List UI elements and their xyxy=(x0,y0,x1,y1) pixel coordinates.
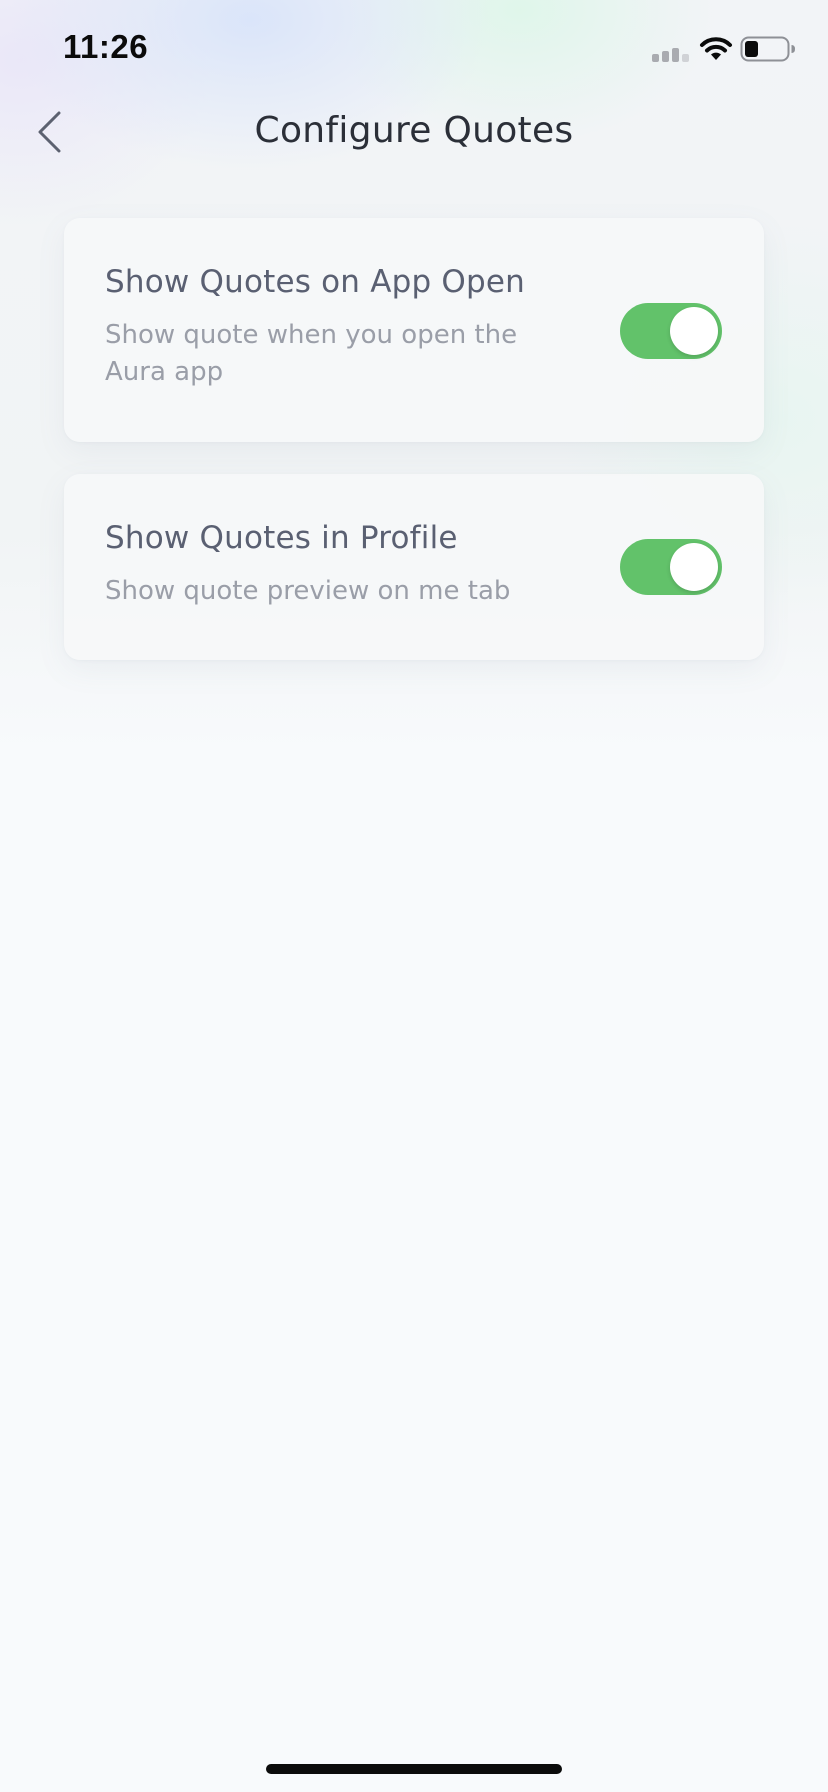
show-quotes-profile-toggle[interactable] xyxy=(620,539,722,595)
status-bar: 11:26 xyxy=(0,0,828,96)
setting-description: Show quote when you open the Aura app xyxy=(105,320,518,387)
toggle-knob xyxy=(670,543,718,591)
home-indicator xyxy=(266,1764,562,1774)
setting-card-app-open: Show Quotes on App Open Show quote when … xyxy=(64,218,764,442)
cellular-signal-icon xyxy=(652,48,689,62)
page-title: Configure Quotes xyxy=(254,110,574,151)
show-quotes-app-open-toggle[interactable] xyxy=(620,303,722,359)
toggle-knob xyxy=(670,307,718,355)
setting-title: Show Quotes in Profile xyxy=(105,520,458,556)
wifi-icon xyxy=(700,37,732,60)
setting-card-profile: Show Quotes in Profile Show quote previe… xyxy=(64,474,764,660)
setting-title: Show Quotes on App Open xyxy=(105,264,526,300)
setting-description: Show quote preview on me tab xyxy=(105,576,511,606)
battery-icon xyxy=(740,36,795,62)
status-time: 11:26 xyxy=(63,28,149,65)
